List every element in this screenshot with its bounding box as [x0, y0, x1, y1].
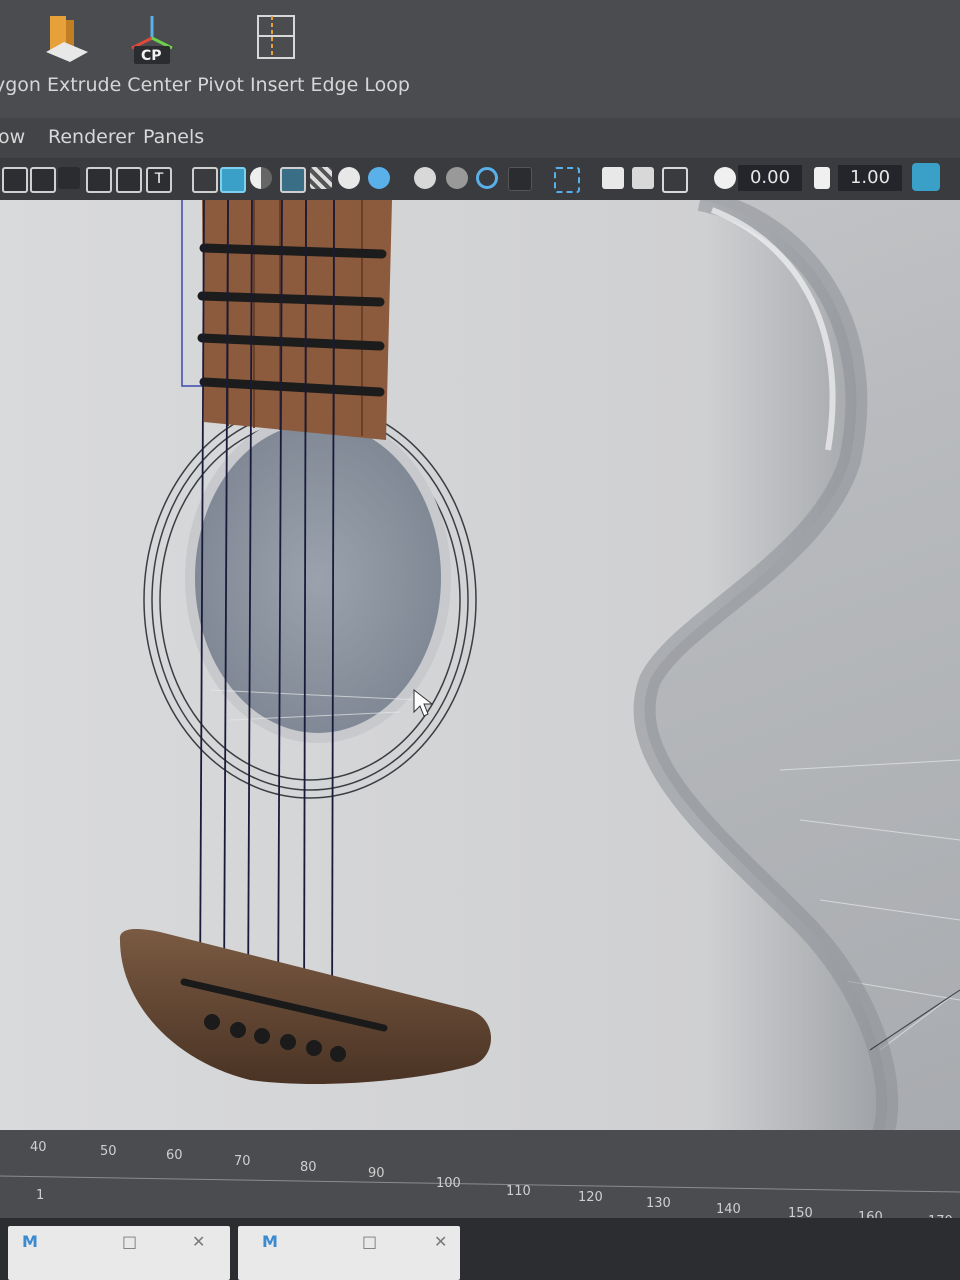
shelf-icons: CP: [0, 6, 960, 70]
wireframe-icon[interactable]: [192, 167, 218, 193]
lights-icon[interactable]: [338, 167, 360, 189]
extrude-icon[interactable]: [40, 12, 92, 68]
taskbar: M □ ✕ M □ ✕: [0, 1218, 960, 1280]
anti-aliasing-icon[interactable]: [476, 167, 498, 189]
smooth-shade-icon[interactable]: [220, 167, 246, 193]
screen-space-ao-icon[interactable]: [414, 167, 436, 189]
gamma-icon[interactable]: [814, 167, 830, 189]
maximize-icon[interactable]: □: [362, 1232, 377, 1251]
timeline-tick: 40: [30, 1140, 47, 1155]
isolate-select-icon[interactable]: [554, 167, 580, 193]
gamma-field[interactable]: 1.00: [838, 165, 902, 191]
center-pivot-icon[interactable]: CP: [124, 12, 176, 68]
timeline-tick: 120: [578, 1190, 603, 1205]
shelf: CP ygon Extrude Center Pivot Insert Edge Lo…: [0, 0, 960, 118]
xray-joints-icon[interactable]: [662, 167, 688, 193]
resolution-gate-icon[interactable]: [116, 167, 142, 193]
image-plane-icon[interactable]: [30, 167, 56, 193]
depth-of-field-icon[interactable]: [508, 167, 532, 191]
timeline-tick: 60: [166, 1148, 183, 1163]
menu-renderer[interactable]: Renderer: [48, 126, 135, 148]
shelf-label-center-pivot[interactable]: Center Pivot: [127, 74, 244, 96]
xray-icon[interactable]: [602, 167, 624, 189]
timeline-start-label: 1: [36, 1188, 45, 1203]
close-icon[interactable]: ✕: [192, 1232, 205, 1251]
textured-icon[interactable]: [310, 167, 332, 189]
motion-blur-icon[interactable]: [446, 167, 468, 189]
viewport[interactable]: 0 0 0 0 0 0 0 0 0 0: [0, 200, 960, 1140]
timeline-ruler: [0, 1175, 960, 1193]
color-management-icon[interactable]: [912, 163, 940, 191]
fretboard: [197, 200, 392, 440]
timeline-tick: 50: [100, 1144, 117, 1159]
timeline-tick: 140: [716, 1202, 741, 1217]
text-overlay-icon[interactable]: T: [146, 167, 172, 193]
camera-icon[interactable]: [2, 167, 28, 193]
insert-edge-loop-icon[interactable]: [252, 12, 304, 68]
maya-app-icon: M: [22, 1232, 38, 1251]
timeline-tick: 100: [436, 1176, 461, 1191]
maximize-icon[interactable]: □: [122, 1232, 137, 1251]
taskbar-window-1[interactable]: M □ ✕: [8, 1226, 230, 1280]
film-gate-icon[interactable]: [86, 167, 112, 193]
time-slider[interactable]: 40 50 60 70 80 90 100 110 120 130 140 15…: [0, 1130, 960, 1229]
panel-menubar: ow Renderer Panels: [0, 118, 960, 158]
guitar-model: [0, 200, 960, 1140]
shelf-label-insert-edge-loop[interactable]: Insert Edge Loop: [250, 74, 410, 96]
menu-panels[interactable]: Panels: [143, 126, 204, 148]
wireframe-on-shaded-icon[interactable]: [280, 167, 306, 193]
viewport-toolbar: T 0.00 1.00: [0, 158, 960, 200]
xray-active-icon[interactable]: [632, 167, 654, 189]
shadows-icon[interactable]: [368, 167, 390, 189]
taskbar-window-2[interactable]: M □ ✕: [238, 1226, 460, 1280]
sound-hole: [185, 413, 451, 743]
maya-app-icon: M: [262, 1232, 278, 1251]
timeline-tick: 90: [368, 1166, 385, 1181]
timeline-tick: 110: [506, 1184, 531, 1199]
timeline-tick: 80: [300, 1160, 317, 1175]
grid-toggle-icon[interactable]: [58, 167, 80, 189]
shelf-labels: ygon Extrude Center Pivot Insert Edge Loop: [0, 74, 416, 96]
center-pivot-badge: CP: [141, 48, 162, 64]
timeline-tick: 70: [234, 1154, 251, 1169]
timeline-tick: 130: [646, 1196, 671, 1211]
close-icon[interactable]: ✕: [434, 1232, 447, 1251]
shelf-label-extrude[interactable]: Extrude: [47, 74, 121, 96]
exposure-field[interactable]: 0.00: [738, 165, 802, 191]
shelf-label-polygon[interactable]: ygon: [0, 74, 41, 96]
default-material-icon[interactable]: [250, 167, 272, 189]
exposure-icon[interactable]: [714, 167, 736, 189]
guitar-body: [0, 200, 888, 1140]
menu-show[interactable]: ow: [0, 126, 25, 148]
